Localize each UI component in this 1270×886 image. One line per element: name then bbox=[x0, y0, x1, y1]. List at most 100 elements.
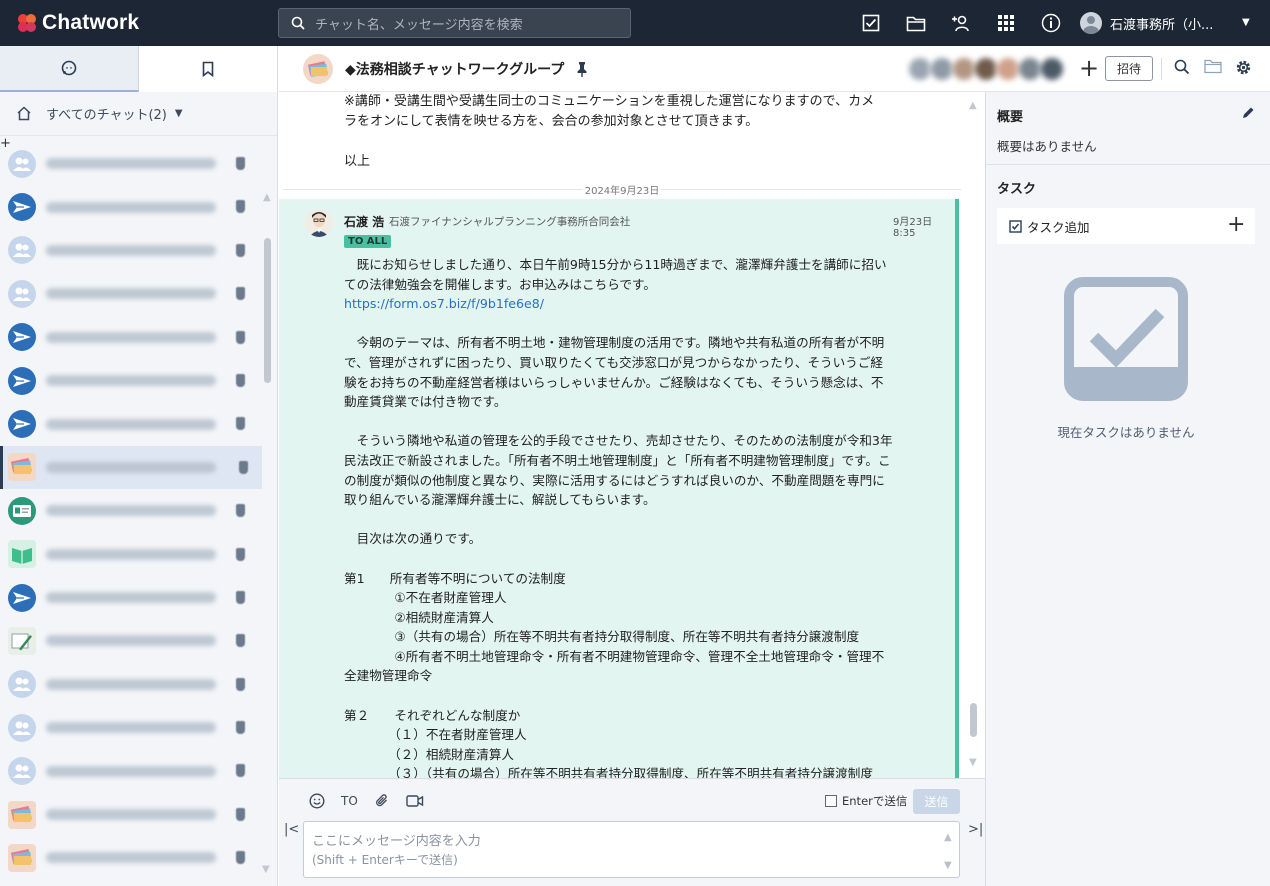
room-list-item[interactable] bbox=[0, 316, 262, 359]
search-icon[interactable] bbox=[1174, 59, 1190, 79]
room-list-item[interactable] bbox=[0, 142, 262, 185]
message-paragraph: 第２ それぞれどんな制度か （１）不在者財産管理人 （２）相続財産清算人 （３）… bbox=[344, 707, 873, 778]
room-name-redacted bbox=[46, 288, 216, 300]
send-button[interactable]: 送信 bbox=[913, 789, 960, 814]
message-item[interactable]: 石渡 浩 石渡ファイナンシャルプランニング事務所合同会社 9月23日 8:35 … bbox=[279, 199, 959, 778]
plane-room-icon bbox=[8, 193, 36, 222]
pin-icon[interactable] bbox=[236, 547, 245, 561]
tab-chats[interactable] bbox=[0, 46, 139, 92]
tab-bookmarks[interactable] bbox=[138, 46, 277, 92]
task-check-icon[interactable] bbox=[848, 0, 893, 46]
search-placeholder: チャット名、メッセージ内容を検索 bbox=[315, 17, 523, 33]
scroll-down-icon[interactable]: ▼ bbox=[969, 757, 977, 768]
pin-icon[interactable] bbox=[236, 721, 245, 735]
pin-icon[interactable] bbox=[236, 851, 245, 865]
message-timeline[interactable]: ※講師・受講生間や受講生同士のコミュニケーションを重視した運営になりますので、カ… bbox=[279, 92, 985, 778]
info-icon[interactable] bbox=[1028, 0, 1073, 46]
apps-grid-icon[interactable] bbox=[983, 0, 1028, 46]
sender-avatar[interactable] bbox=[305, 209, 333, 237]
scroll-up-icon[interactable]: ▲ bbox=[263, 192, 271, 203]
user-menu[interactable]: 石渡事務所（小... ▼ bbox=[1080, 0, 1250, 46]
room-list-item[interactable] bbox=[0, 272, 262, 315]
pin-icon[interactable] bbox=[239, 460, 248, 474]
message-link[interactable]: https://form.os7.biz/f/9b1fe6e8/ bbox=[344, 296, 544, 311]
card-room-icon bbox=[8, 496, 36, 525]
video-call-icon[interactable] bbox=[406, 794, 424, 808]
pin-icon[interactable] bbox=[236, 200, 245, 214]
add-task-button[interactable]: タスク追加 + bbox=[997, 208, 1255, 244]
pin-icon[interactable] bbox=[236, 504, 245, 518]
room-list-item[interactable] bbox=[0, 185, 262, 228]
chat-header: ◆法務相談チャットワークグループ + 招待 bbox=[279, 46, 1270, 92]
room-list-item[interactable] bbox=[0, 445, 262, 490]
pencil-icon[interactable] bbox=[1242, 106, 1255, 123]
pin-icon[interactable] bbox=[236, 807, 245, 821]
scroll-up-icon[interactable]: ▲ bbox=[944, 828, 952, 847]
message-input-placeholder: ここにメッセージ内容を入力 bbox=[312, 834, 481, 849]
pin-icon[interactable] bbox=[236, 287, 245, 301]
pin-icon[interactable] bbox=[236, 373, 245, 387]
collapse-left-icon[interactable]: |< bbox=[284, 822, 299, 837]
scrollbar-thumb[interactable] bbox=[264, 238, 271, 383]
scrollbar-thumb[interactable] bbox=[970, 703, 977, 737]
collapse-right-icon[interactable]: >| bbox=[968, 822, 983, 837]
room-list-item[interactable] bbox=[0, 229, 262, 272]
message-input[interactable]: ここにメッセージ内容を入力 (Shift + Enterキーで送信) ▲ ▼ bbox=[303, 821, 960, 878]
folder-icon[interactable] bbox=[1204, 59, 1222, 78]
room-list-item[interactable] bbox=[0, 793, 262, 836]
paperclip-icon[interactable] bbox=[374, 793, 390, 809]
room-name-redacted bbox=[46, 201, 216, 213]
pin-icon[interactable] bbox=[236, 590, 245, 604]
pen-room-icon bbox=[8, 626, 36, 655]
book-room-icon bbox=[8, 843, 36, 872]
search-input[interactable]: チャット名、メッセージ内容を検索 bbox=[278, 8, 631, 38]
pin-icon[interactable] bbox=[236, 677, 245, 691]
pin-icon[interactable] bbox=[236, 330, 245, 344]
room-list-item[interactable] bbox=[0, 359, 262, 402]
sidebar-scrollbar[interactable]: ▲ bbox=[263, 192, 272, 383]
scroll-up-icon[interactable]: ▲ bbox=[969, 100, 977, 111]
overview-text: 概要はありません bbox=[997, 139, 1097, 154]
divider bbox=[986, 164, 1270, 165]
invite-button[interactable]: 招待 bbox=[1105, 56, 1153, 81]
room-list-item[interactable] bbox=[0, 402, 262, 445]
room-list-item[interactable] bbox=[0, 706, 262, 749]
room-list-item[interactable] bbox=[0, 489, 262, 532]
enter-to-send-checkbox[interactable] bbox=[825, 795, 837, 807]
emoji-icon[interactable] bbox=[309, 793, 325, 809]
room-list-item[interactable] bbox=[0, 619, 262, 662]
enter-to-send-label: Enterで送信 bbox=[842, 794, 908, 808]
message-paragraph: 第1 所有者等不明についての法制度 ①不在者財産管理人 ②相続財産清算人 ③（共… bbox=[344, 570, 885, 684]
room-name-redacted bbox=[46, 809, 216, 821]
message-body: 既にお知らせしました通り、本日午前9時15分から11時過ぎまで、瀧澤輝弁護士を講… bbox=[344, 255, 894, 778]
chat-filter[interactable]: すべてのチャット(2) ▼ bbox=[0, 92, 277, 136]
room-list-item[interactable] bbox=[0, 576, 262, 619]
chat-bubble-icon bbox=[61, 60, 77, 76]
gear-icon[interactable] bbox=[1235, 59, 1252, 80]
chatwork-logo[interactable]: Chatwork bbox=[16, 11, 278, 35]
pin-icon[interactable] bbox=[236, 157, 245, 170]
to-button[interactable]: TO bbox=[341, 794, 358, 808]
pin-icon[interactable] bbox=[236, 764, 245, 778]
pin-icon[interactable] bbox=[236, 417, 245, 431]
room-list-item[interactable] bbox=[0, 533, 262, 576]
pin-icon[interactable] bbox=[236, 243, 245, 257]
people-room-icon bbox=[8, 236, 36, 265]
empty-task-icon bbox=[1064, 277, 1188, 405]
pin-icon[interactable] bbox=[236, 634, 245, 648]
scroll-down-icon[interactable]: ▼ bbox=[944, 856, 952, 875]
pin-icon[interactable] bbox=[576, 61, 588, 77]
room-name-redacted bbox=[46, 592, 216, 604]
add-member-button[interactable]: + bbox=[1079, 54, 1099, 82]
timeline-scrollbar[interactable]: ▲ ▼ bbox=[969, 100, 979, 775]
room-list-item[interactable] bbox=[0, 749, 262, 792]
folder-icon[interactable] bbox=[893, 0, 938, 46]
room-list-item[interactable] bbox=[0, 836, 262, 879]
room-title: ◆法務相談チャットワークグループ bbox=[345, 61, 565, 78]
add-contact-icon[interactable] bbox=[938, 0, 983, 46]
enter-to-send-toggle[interactable]: Enterで送信 bbox=[825, 793, 907, 809]
room-list-item[interactable] bbox=[0, 663, 262, 706]
scroll-down-icon[interactable]: ▼ bbox=[262, 864, 270, 875]
sender-name[interactable]: 石渡 浩 bbox=[344, 213, 384, 230]
member-avatars[interactable] bbox=[907, 56, 1065, 82]
